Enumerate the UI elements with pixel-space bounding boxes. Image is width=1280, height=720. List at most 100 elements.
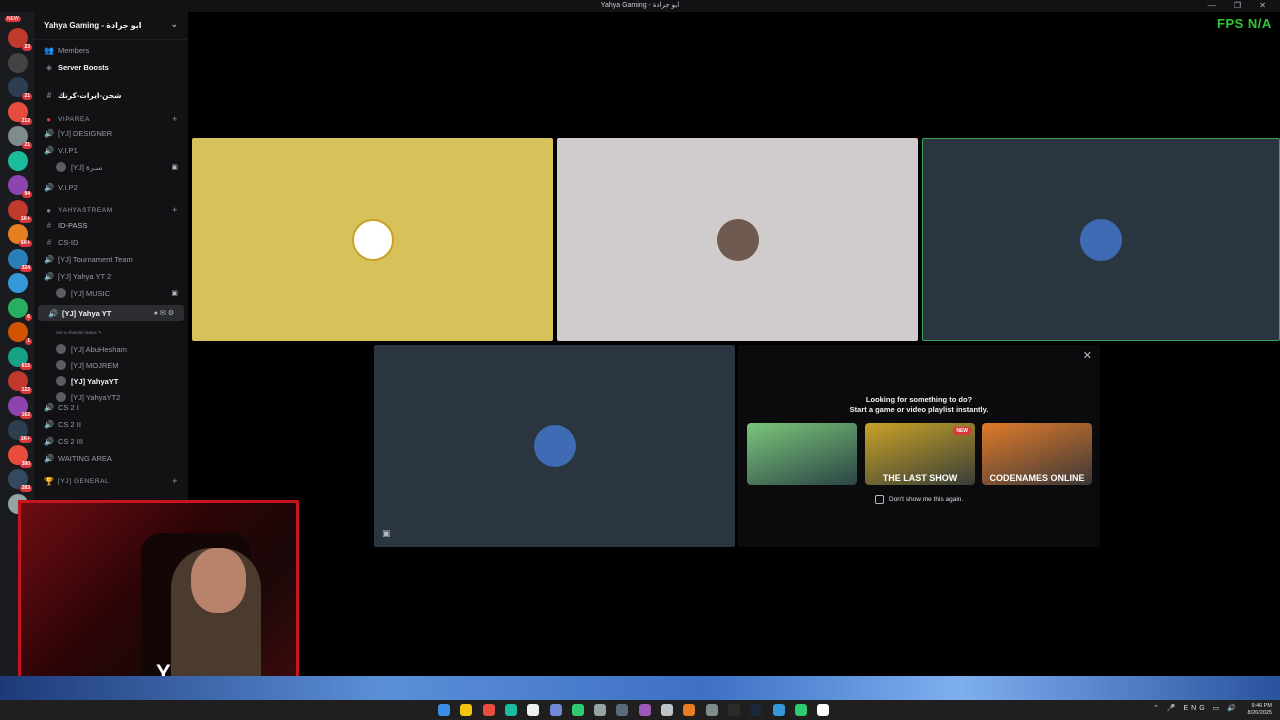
channel-id-pass[interactable]: # ID-PASS — [34, 217, 188, 233]
voice-user[interactable]: [YJ] YahyaYT — [56, 373, 188, 389]
speaker-icon: 🔊 — [44, 271, 54, 281]
members-item[interactable]: 👥 Members — [34, 42, 188, 58]
taskbar-app-icon[interactable] — [571, 704, 584, 716]
server-icon[interactable] — [8, 150, 28, 171]
user-avatar — [533, 425, 576, 467]
server-header[interactable]: Yahya Gaming - ابو جرادة ⌄ — [34, 12, 188, 40]
voice-user[interactable]: [YJ] سـرة ▣ — [56, 159, 188, 175]
new-badge: NEW — [5, 16, 21, 22]
taskbar-app-icon[interactable] — [594, 704, 607, 716]
avatar — [56, 288, 66, 298]
taskbar-app-icon[interactable] — [727, 704, 740, 716]
server-icon[interactable]: 122 — [8, 371, 32, 394]
server-icon[interactable]: 6K+ — [8, 224, 32, 247]
members-icon: 👥 — [44, 45, 54, 55]
screen-icon: ▣ — [171, 290, 178, 297]
taskbar-app-icon[interactable] — [661, 704, 673, 716]
server-icon[interactable]: 162 — [8, 395, 32, 419]
channel-status-hint[interactable]: Set a channel status ✎ — [56, 330, 102, 336]
channel-vip1[interactable]: 🔊 V.I.P1 — [34, 142, 188, 158]
mention-badge: 1K+ — [18, 436, 32, 443]
channel-cs2-1[interactable]: 🔊 CS 2 I — [34, 399, 188, 415]
plus-icon[interactable]: + — [172, 114, 178, 124]
channel-arabic[interactable]: # شحن-ايرات-كرنك — [34, 87, 188, 103]
chevron-down-icon[interactable]: ⌄ — [170, 19, 178, 30]
taskbar-app-icon[interactable] — [616, 704, 629, 716]
server-icon[interactable]: 6 — [8, 297, 32, 321]
taskbar-app-icon[interactable] — [772, 704, 785, 716]
server-icon[interactable]: 21 — [8, 77, 32, 100]
taskbar-app-icon[interactable] — [638, 704, 651, 716]
window-controls[interactable]: — ❐ ✕ — [1208, 1, 1274, 10]
channel-cs-id[interactable]: # CS-ID — [34, 234, 188, 250]
server-boosts-item[interactable]: ◈ Server Boosts — [34, 59, 188, 75]
mention-badge: 1 — [25, 338, 32, 345]
server-icon[interactable]: 1K+ — [8, 199, 32, 223]
server-icon[interactable]: 1K+ — [8, 420, 32, 443]
participant-tile[interactable] — [557, 138, 918, 341]
participant-tile[interactable] — [192, 138, 553, 341]
taskbar-app-icon[interactable] — [817, 704, 830, 716]
server-icon[interactable]: 94 — [8, 175, 32, 198]
participant-tile[interactable]: ▣ — [374, 345, 735, 547]
fps-counter: FPS N/A — [1217, 16, 1272, 31]
taskbar-app-icon[interactable] — [460, 704, 473, 716]
mention-badge: 122 — [19, 387, 32, 394]
game-card[interactable] — [747, 423, 857, 485]
taskbar-app-icon[interactable] — [482, 704, 495, 716]
participant-tile-speaking[interactable] — [922, 138, 1280, 341]
taskbar-app-icon[interactable] — [683, 704, 696, 716]
mention-badge: 212 — [19, 117, 32, 125]
tray-icons[interactable]: ⌃ 🎤 ENG ▭ 🔊 — [1153, 704, 1239, 712]
voice-user[interactable]: [YJ] AbuHesham — [56, 341, 188, 357]
taskbar-app-icon[interactable] — [527, 704, 540, 716]
new-badge: NEW — [953, 427, 971, 435]
channel-vip2[interactable]: 🔊 V.I.P2 — [34, 179, 188, 195]
taskbar-app-icon[interactable] — [549, 704, 562, 716]
plus-icon[interactable]: + — [172, 476, 178, 486]
server-icon[interactable]: 615 — [8, 346, 32, 370]
speaker-icon: 🔊 — [44, 402, 54, 412]
channel-cs2-3[interactable]: 🔊 CS 2 III — [34, 433, 188, 449]
voice-stage — [188, 12, 1280, 676]
close-icon[interactable]: ✕ — [1083, 349, 1092, 362]
channel-yahya-yt2[interactable]: 🔊 [YJ] Yahya YT 2 — [34, 268, 188, 284]
taskbar-app-icon[interactable] — [504, 704, 517, 716]
window-title: Yahya Gaming - ابو جرادة — [600, 2, 680, 9]
server-icon[interactable]: 21 — [8, 126, 32, 149]
taskbar-app-icon[interactable] — [438, 704, 450, 716]
channel-designer[interactable]: 🔊 [YJ] DESIGNER — [34, 125, 188, 141]
checkbox[interactable] — [875, 495, 884, 504]
avatar — [56, 344, 66, 354]
category-yahyastream[interactable]: ● YAHYASTREAM + — [34, 202, 188, 218]
server-icon[interactable] — [8, 273, 28, 293]
speaker-icon: 🔊 — [44, 128, 54, 138]
channel-tournament[interactable]: 🔊 [YJ] Tournament Team — [34, 251, 188, 267]
dont-show-checkbox[interactable]: Don't show me this again. — [875, 495, 963, 504]
speaker-icon: 🔊 — [44, 436, 54, 446]
game-card-codenames[interactable]: CODENAMES ONLINE — [982, 423, 1092, 485]
taskbar-app-icon[interactable] — [750, 704, 763, 716]
category-general[interactable]: 🏆 [YJ] GENERAL + — [34, 473, 188, 489]
taskbar-app-icon[interactable] — [705, 704, 718, 716]
server-icon[interactable] — [8, 52, 28, 73]
game-card-last-show[interactable]: NEW THE LAST SHOW — [865, 423, 975, 485]
channel-cs2-2[interactable]: 🔊 CS 2 II — [34, 416, 188, 432]
taskbar-app-icon[interactable] — [794, 704, 807, 716]
server-icon[interactable]: 324 — [8, 248, 32, 272]
server-icon[interactable]: 380 — [8, 444, 32, 468]
voice-user-music[interactable]: [YJ] MUSIC ▣ — [56, 285, 188, 301]
server-icon[interactable]: 212 — [8, 101, 32, 125]
server-icon[interactable]: 283 — [8, 469, 32, 492]
hash-icon: # — [46, 90, 52, 100]
hash-icon: # — [46, 220, 52, 230]
server-icon[interactable]: 23 — [8, 28, 32, 51]
user-avatar — [1080, 218, 1122, 261]
clock[interactable]: 9:46 PM 8/26/2025 — [1248, 703, 1272, 717]
server-icon[interactable]: 1 — [8, 322, 32, 345]
voice-user[interactable]: [YJ] MOJREM — [56, 357, 188, 373]
plus-icon[interactable]: + — [172, 205, 178, 215]
channel-yahya-yt[interactable]: 🔊 [YJ] Yahya YT ● ✉ ⚙ — [38, 305, 184, 321]
settings-icon[interactable]: ● ✉ ⚙ — [154, 309, 174, 317]
channel-waiting-area[interactable]: 🔊 WAITING AREA — [34, 450, 188, 466]
